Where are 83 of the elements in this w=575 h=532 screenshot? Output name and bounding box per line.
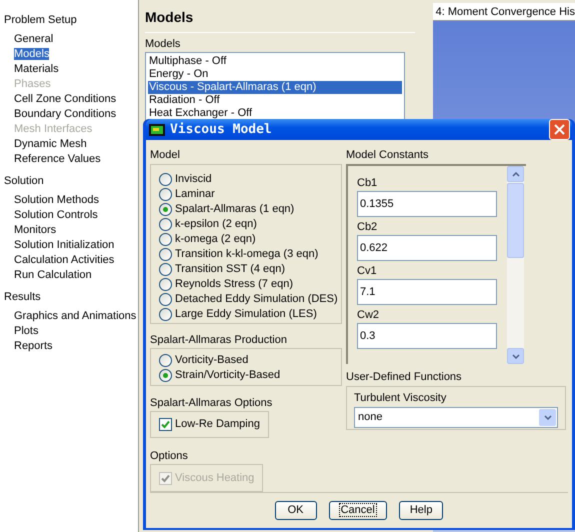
constant-label: Cw2 xyxy=(357,308,380,323)
tree-item[interactable]: Graphics and Animations xyxy=(14,310,136,322)
radio-button[interactable] xyxy=(159,293,172,306)
radio-button[interactable] xyxy=(159,278,172,291)
list-item[interactable]: Heat Exchanger - Off xyxy=(148,107,402,120)
radio-label: Large Eddy Simulation (LES) xyxy=(175,307,317,322)
chevron-up-icon xyxy=(512,172,520,176)
constant-label: Cb1 xyxy=(357,176,378,191)
group-label: Spalart-Allmaras Options xyxy=(150,396,274,410)
tree-item[interactable]: General xyxy=(14,33,54,45)
radio-button[interactable] xyxy=(159,188,172,201)
panel-title: Models xyxy=(144,8,194,26)
tree-section[interactable]: Problem Setup xyxy=(4,13,138,28)
radio-label: k-omega (2 eqn) xyxy=(175,232,256,248)
tree-item[interactable]: Dynamic Mesh xyxy=(14,138,87,150)
radio-button[interactable] xyxy=(159,263,172,276)
list-item[interactable]: Energy - On xyxy=(148,68,402,81)
tree-item[interactable]: Boundary Conditions xyxy=(14,108,116,120)
radio-button[interactable] xyxy=(159,308,172,321)
dropdown[interactable]: none xyxy=(354,407,558,428)
scrollbar[interactable] xyxy=(507,166,524,364)
radio-button[interactable] xyxy=(159,248,172,261)
dialog-button[interactable]: Help xyxy=(398,501,444,520)
radio-button[interactable] xyxy=(159,173,172,186)
list-item[interactable]: Radiation - Off xyxy=(148,94,402,107)
radio-button[interactable] xyxy=(159,354,172,367)
radio-label: Inviscid xyxy=(175,172,212,188)
tree-item[interactable]: Reports xyxy=(14,340,53,352)
tree-item[interactable]: Plots xyxy=(14,325,38,337)
close-icon xyxy=(554,124,565,135)
tree-item[interactable]: Cell Zone Conditions xyxy=(14,93,116,105)
radio-label: Transition k-kl-omega (3 eqn) xyxy=(175,247,318,262)
constant-label: Cv1 xyxy=(357,264,378,279)
tree-item[interactable]: Solution Methods xyxy=(14,194,99,206)
constant-field[interactable]: 7.1 xyxy=(357,279,497,305)
graphics-tab[interactable]: 4: Moment Convergence His xyxy=(432,3,575,21)
radio-button[interactable] xyxy=(159,233,172,246)
checkbox-label: Viscous Heating xyxy=(175,470,254,486)
tree-item[interactable]: Calculation Activities xyxy=(14,254,114,266)
scroll-up-button[interactable] xyxy=(507,166,524,182)
chevron-down-icon xyxy=(544,415,552,420)
constant-label: Cb2 xyxy=(357,220,378,235)
group-label: Model Constants xyxy=(346,148,430,162)
tree-item[interactable]: Run Calculation xyxy=(14,269,92,281)
constant-field[interactable]: 0.1355 xyxy=(357,191,497,217)
radio-label: Strain/Vorticity-Based xyxy=(175,368,280,384)
radio-button[interactable] xyxy=(159,203,172,216)
tree-section[interactable]: Results xyxy=(4,290,138,305)
dialog-button[interactable]: OK xyxy=(274,501,317,520)
tree-item[interactable]: Models xyxy=(14,48,50,60)
constant-field[interactable]: 0.3 xyxy=(357,323,497,349)
chevron-down-icon xyxy=(512,354,520,358)
app-icon xyxy=(149,124,165,136)
radio-label: Transition SST (4 eqn) xyxy=(175,262,286,278)
tree-item[interactable]: Reference Values xyxy=(14,153,101,165)
group-label: Spalart-Allmaras Production xyxy=(150,333,288,347)
list-item[interactable]: Multiphase - Off xyxy=(148,55,402,68)
radio-label: Spalart-Allmaras (1 eqn) xyxy=(175,202,294,218)
list-label: Models xyxy=(144,37,182,51)
radio-button[interactable] xyxy=(159,218,172,231)
group-label: Options xyxy=(150,449,189,463)
radio-label: Reynolds Stress (7 eqn) xyxy=(175,277,293,292)
tree-section[interactable]: Solution xyxy=(4,174,138,189)
constant-field[interactable]: 0.622 xyxy=(357,235,497,261)
radio-button[interactable] xyxy=(159,369,172,382)
radio-label: k-epsilon (2 eqn) xyxy=(175,217,257,232)
radio-label: Vorticity-Based xyxy=(175,353,248,368)
tree-item[interactable]: Solution Controls xyxy=(14,209,98,221)
checkbox[interactable] xyxy=(159,418,172,431)
checkbox-label: Low-Re Damping xyxy=(175,417,260,432)
group-label: Model xyxy=(150,148,181,162)
tree-item[interactable]: Monitors xyxy=(14,224,56,236)
group-label: User-Defined Functions xyxy=(346,370,463,384)
scroll-down-button[interactable] xyxy=(507,348,524,364)
radio-label: Detached Eddy Simulation (DES) xyxy=(175,292,338,308)
close-button[interactable] xyxy=(549,119,570,140)
dialog-button[interactable]: Cancel xyxy=(328,501,387,520)
list-item[interactable]: Viscous - Spalart-Allmaras (1 eqn) xyxy=(148,81,402,94)
field-label: Turbulent Viscosity xyxy=(354,391,448,405)
radio-label: Laminar xyxy=(175,187,215,202)
tree-item[interactable]: Solution Initialization xyxy=(14,239,114,251)
scroll-thumb[interactable] xyxy=(507,183,524,258)
tree-item[interactable]: Materials xyxy=(14,63,59,75)
